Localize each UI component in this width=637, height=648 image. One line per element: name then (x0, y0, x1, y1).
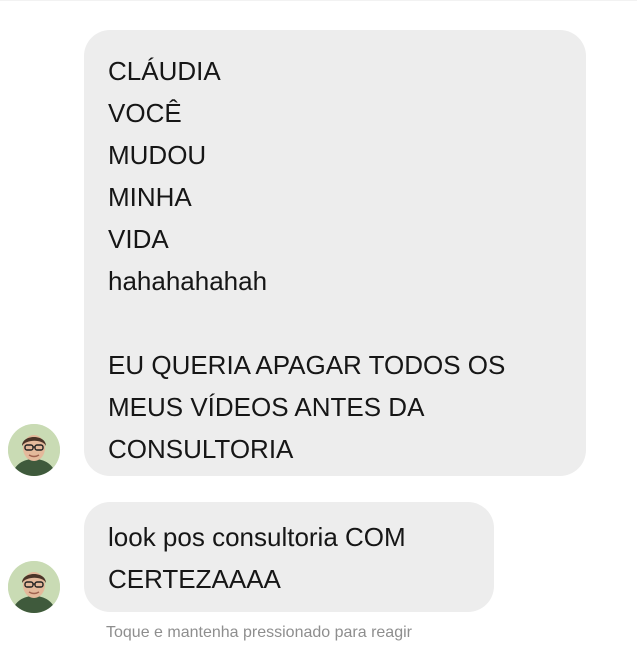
message-bubble-1[interactable]: CLÁUDIA VOCÊ MUDOU MINHA VIDA hahahahaha… (84, 30, 586, 476)
message-line: VIDA (108, 224, 169, 254)
message-thread: CLÁUDIA VOCÊ MUDOU MINHA VIDA hahahahaha… (0, 0, 637, 648)
message-line: VOCÊ (108, 98, 182, 128)
message-bubble-2[interactable]: look pos consultoria COM CERTEZAAAA (84, 502, 494, 612)
avatar-icon (8, 424, 60, 476)
paragraph-break (108, 302, 566, 344)
message-line: CERTEZAAAA (108, 564, 281, 594)
message-line: CONSULTORIA (108, 434, 294, 464)
reaction-hint: Toque e mantenha pressionado para reagir (106, 624, 412, 641)
divider (0, 0, 637, 1)
sender-avatar-icon[interactable] (8, 424, 60, 476)
message-line: EU QUERIA APAGAR TODOS OS (108, 350, 506, 380)
message-line: MUDOU (108, 140, 207, 170)
sender-avatar-icon[interactable] (8, 561, 60, 613)
message-line: hahahahahah (108, 266, 268, 296)
message-line: CLÁUDIA (108, 56, 221, 86)
avatar-icon (8, 561, 60, 613)
message-line: MINHA (108, 182, 192, 212)
message-line: look pos consultoria COM (108, 522, 406, 552)
message-line: MEUS VÍDEOS ANTES DA (108, 392, 425, 422)
